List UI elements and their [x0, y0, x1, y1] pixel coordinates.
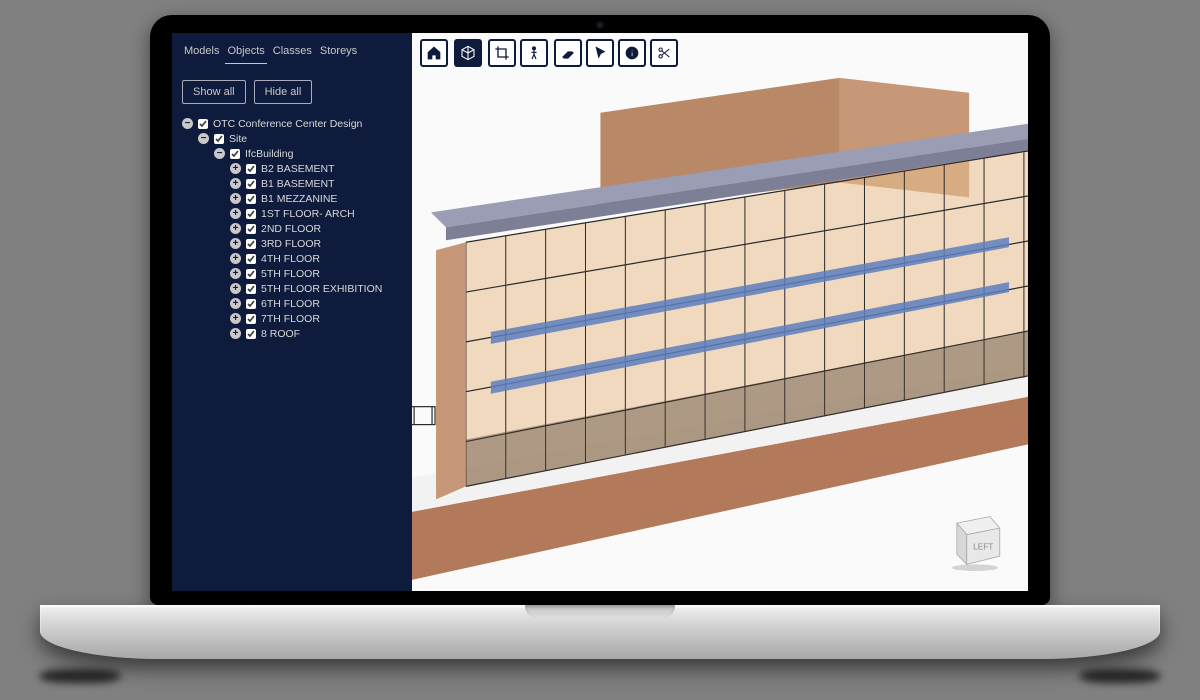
collapse-icon[interactable]: − [214, 148, 225, 159]
tree-node-storey[interactable]: +4TH FLOOR [230, 251, 406, 266]
cube-icon [460, 45, 476, 61]
expand-icon[interactable]: + [230, 298, 241, 309]
svg-text:i: i [631, 49, 634, 59]
tree-node-root[interactable]: − OTC Conference Center Design [182, 116, 406, 131]
tree-label: B2 BASEMENT [261, 163, 335, 175]
tree-label: B1 BASEMENT [261, 178, 335, 190]
tree-node-storey[interactable]: +1ST FLOOR- ARCH [230, 206, 406, 221]
tree-checkbox[interactable] [246, 269, 256, 279]
tree-label: 8 ROOF [261, 328, 300, 340]
tree-node-storey[interactable]: + B2 BASEMENT [230, 161, 406, 176]
collapse-icon[interactable]: − [182, 118, 193, 129]
tree-checkbox[interactable] [246, 179, 256, 189]
show-all-button[interactable]: Show all [182, 80, 246, 104]
tab-objects[interactable]: Objects [225, 43, 266, 64]
tabs: Models Objects Classes Storeys [172, 43, 412, 72]
object-tree: − OTC Conference Center Design − Site − … [172, 114, 412, 341]
expand-icon[interactable]: + [230, 328, 241, 339]
tree-node-storey[interactable]: +8 ROOF [230, 326, 406, 341]
tree-checkbox[interactable] [198, 119, 208, 129]
tree-label: 1ST FLOOR- ARCH [261, 208, 355, 220]
hide-button[interactable] [554, 39, 582, 67]
tree-checkbox[interactable] [246, 164, 256, 174]
tree-label: 5TH FLOOR [261, 268, 320, 280]
scissors-icon [656, 45, 672, 61]
laptop-notch [525, 605, 675, 619]
3d-viewport[interactable]: i [412, 33, 1028, 591]
tree-checkbox[interactable] [246, 314, 256, 324]
building-model [412, 33, 1028, 591]
tree-checkbox[interactable] [230, 149, 240, 159]
crop-icon [494, 45, 510, 61]
tree-node-storey[interactable]: +3RD FLOOR [230, 236, 406, 251]
select-button[interactable] [586, 39, 614, 67]
tab-storeys[interactable]: Storeys [318, 43, 359, 64]
expand-icon[interactable]: + [230, 178, 241, 189]
expand-icon[interactable]: + [230, 283, 241, 294]
cut-button[interactable] [650, 39, 678, 67]
tree-node-storey[interactable]: +7TH FLOOR [230, 311, 406, 326]
info-icon: i [624, 45, 640, 61]
tree-label: OTC Conference Center Design [213, 118, 362, 130]
view-cube-button[interactable] [454, 39, 482, 67]
tree-checkbox[interactable] [246, 284, 256, 294]
tree-node-storey[interactable]: +5TH FLOOR [230, 266, 406, 281]
eraser-icon [560, 45, 576, 61]
tree-label: 7TH FLOOR [261, 313, 320, 325]
tree-checkbox[interactable] [246, 209, 256, 219]
tree-label: 5TH FLOOR EXHIBITION [261, 283, 382, 295]
laptop-base [40, 605, 1160, 659]
hide-all-button[interactable]: Hide all [254, 80, 313, 104]
tab-models[interactable]: Models [182, 43, 221, 64]
tree-node-storey[interactable]: +5TH FLOOR EXHIBITION [230, 281, 406, 296]
tree-checkbox[interactable] [214, 134, 224, 144]
section-button[interactable] [488, 39, 516, 67]
tree-checkbox[interactable] [246, 224, 256, 234]
nav-cube[interactable]: LEFT [942, 505, 1008, 571]
tree-label: 4TH FLOOR [261, 253, 320, 265]
tree-checkbox[interactable] [246, 329, 256, 339]
tree-node-storey[interactable]: + B1 MEZZANINE [230, 191, 406, 206]
tree-node-storey[interactable]: +6TH FLOOR [230, 296, 406, 311]
person-icon [526, 45, 542, 61]
laptop-feet-shadow [40, 669, 1160, 683]
laptop-frame: Models Objects Classes Storeys Show all … [150, 15, 1050, 659]
laptop-camera [596, 21, 604, 29]
tree-label: 3RD FLOOR [261, 238, 321, 250]
home-button[interactable] [420, 39, 448, 67]
laptop-screen-bezel: Models Objects Classes Storeys Show all … [150, 15, 1050, 605]
home-icon [426, 45, 442, 61]
tree-node-building[interactable]: − IfcBuilding [214, 146, 406, 161]
sidebar: Models Objects Classes Storeys Show all … [172, 33, 412, 591]
walk-button[interactable] [520, 39, 548, 67]
expand-icon[interactable]: + [230, 223, 241, 234]
navcube-face-label: LEFT [973, 543, 993, 552]
tree-node-storey[interactable]: +2ND FLOOR [230, 221, 406, 236]
info-button[interactable]: i [618, 39, 646, 67]
tree-node-storey[interactable]: + B1 BASEMENT [230, 176, 406, 191]
tree-checkbox[interactable] [246, 194, 256, 204]
expand-icon[interactable]: + [230, 268, 241, 279]
tree-label: B1 MEZZANINE [261, 193, 337, 205]
tree-node-site[interactable]: − Site [198, 131, 406, 146]
collapse-icon[interactable]: − [198, 133, 209, 144]
expand-icon[interactable]: + [230, 163, 241, 174]
tree-checkbox[interactable] [246, 239, 256, 249]
expand-icon[interactable]: + [230, 193, 241, 204]
tree-label: 2ND FLOOR [261, 223, 321, 235]
expand-icon[interactable]: + [230, 238, 241, 249]
expand-icon[interactable]: + [230, 253, 241, 264]
expand-icon[interactable]: + [230, 313, 241, 324]
tab-classes[interactable]: Classes [271, 43, 314, 64]
viewport-toolbar: i [420, 39, 678, 67]
tree-label: IfcBuilding [245, 148, 293, 160]
tree-label: Site [229, 133, 247, 145]
expand-icon[interactable]: + [230, 208, 241, 219]
pointer-icon [592, 45, 608, 61]
app-window: Models Objects Classes Storeys Show all … [172, 33, 1028, 591]
tree-checkbox[interactable] [246, 299, 256, 309]
tree-checkbox[interactable] [246, 254, 256, 264]
visibility-buttons: Show all Hide all [172, 72, 412, 114]
tree-label: 6TH FLOOR [261, 298, 320, 310]
